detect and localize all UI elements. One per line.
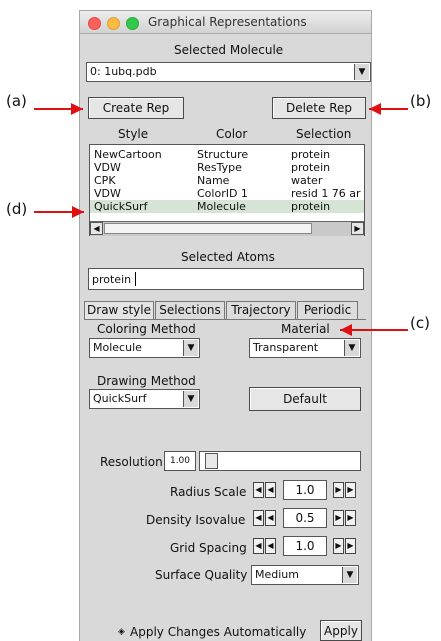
annotation-label-c: (c)	[410, 314, 430, 332]
annotation-arrows	[34, 103, 408, 336]
arrow-c	[340, 324, 408, 336]
annotation-label-a: (a)	[6, 92, 27, 110]
arrow-a	[34, 103, 83, 115]
annotation-label-d: (d)	[6, 200, 28, 218]
annotation-label-b: (b)	[410, 92, 432, 110]
arrow-d	[34, 206, 84, 218]
arrow-b	[369, 103, 408, 115]
